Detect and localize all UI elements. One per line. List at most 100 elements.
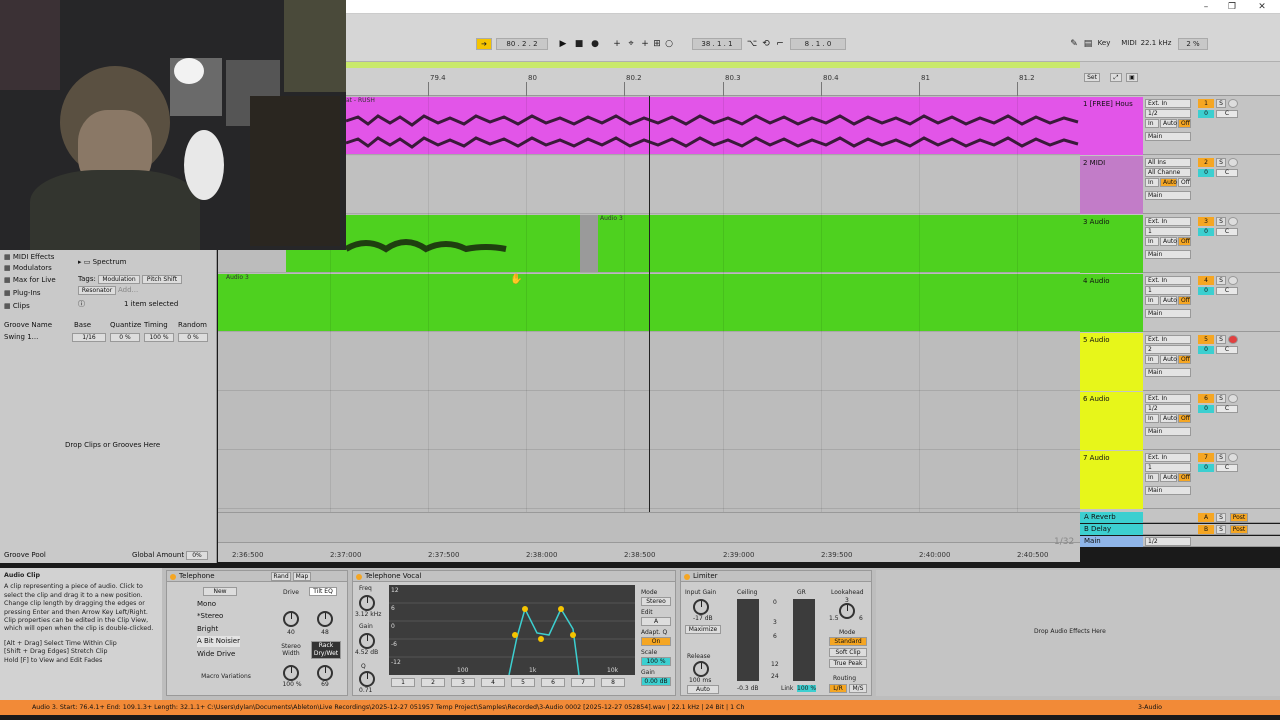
- scale-value[interactable]: 100 %: [641, 657, 671, 666]
- track-channel[interactable]: 2: [1145, 345, 1191, 354]
- monitor-in[interactable]: In: [1145, 296, 1159, 305]
- track-header-3[interactable]: 3 Audio Ext. In 1 In Auto Off Main 3 S 0…: [1080, 215, 1280, 273]
- track-volume[interactable]: 0: [1198, 405, 1214, 413]
- track-activator[interactable]: 4: [1198, 276, 1214, 285]
- punch-out-icon[interactable]: ⌐: [774, 38, 786, 50]
- gain-knob[interactable]: [359, 633, 375, 649]
- track-volume[interactable]: 0: [1198, 228, 1214, 236]
- track-channel[interactable]: 1: [1145, 463, 1191, 472]
- arm-button[interactable]: [1228, 158, 1238, 167]
- monitor-off[interactable]: Off: [1178, 119, 1191, 128]
- track-header-4[interactable]: 4 Audio Ext. In 1 In Auto Off Main 4 S 0…: [1080, 274, 1280, 332]
- solo-button[interactable]: S: [1216, 217, 1226, 226]
- ceiling-meter[interactable]: [737, 599, 759, 681]
- tag-add[interactable]: Add...: [118, 285, 138, 296]
- track-input[interactable]: Ext. In: [1145, 217, 1191, 226]
- power-icon[interactable]: [170, 574, 176, 580]
- maximize-button[interactable]: Maximize: [685, 625, 721, 634]
- band-6-button[interactable]: 6: [541, 678, 565, 687]
- arm-button[interactable]: [1228, 453, 1238, 462]
- track-header-1[interactable]: 1 [FREE] Hous Ext. In 1/2 In Auto Off Ma…: [1080, 97, 1280, 155]
- return-name[interactable]: Main: [1080, 536, 1143, 547]
- groove-base[interactable]: 1/16: [72, 333, 106, 342]
- drive-knob[interactable]: [283, 611, 299, 627]
- monitor-in[interactable]: In: [1145, 178, 1159, 187]
- telephone-rack[interactable]: Telephone Rand Map New Mono *Stereo Brig…: [166, 570, 348, 696]
- track-activator[interactable]: 7: [1198, 453, 1214, 462]
- monitor-off[interactable]: Off: [1178, 473, 1191, 482]
- track-header-6[interactable]: 6 Audio Ext. In 1/2 In Auto Off Main 6 S…: [1080, 392, 1280, 450]
- tag-modulation[interactable]: Modulation: [98, 275, 140, 284]
- monitor-auto[interactable]: Auto: [1160, 296, 1177, 305]
- arm-button[interactable]: [1228, 99, 1238, 108]
- post-button[interactable]: Post: [1230, 525, 1248, 534]
- track-volume[interactable]: 0: [1198, 464, 1214, 472]
- track-channel[interactable]: 1/2: [1145, 404, 1191, 413]
- chain-a-bit-noisier[interactable]: A Bit Noisier: [197, 636, 240, 647]
- telephone-vocal-eq[interactable]: Telephone Vocal Freq 3.12 kHz Gain 4.52 …: [352, 570, 676, 696]
- solo-button[interactable]: S: [1216, 335, 1226, 344]
- stop-button[interactable]: ■: [573, 38, 585, 50]
- arrangement-view[interactable]: 79.4 80 80.2 80.3 80.4 81 81.2 at - RUSH: [218, 62, 1080, 512]
- groove-row-name[interactable]: Swing 1...: [4, 332, 38, 343]
- mode-soft-clip[interactable]: Soft Clip: [829, 648, 867, 657]
- pan-control[interactable]: C: [1216, 287, 1238, 295]
- track-header-2[interactable]: 2 MIDI All Ins All Channe In Auto Off Ma…: [1080, 156, 1280, 214]
- return-activator[interactable]: B: [1198, 525, 1214, 534]
- track-channel[interactable]: 1: [1145, 286, 1191, 295]
- draw-mode-icon[interactable]: ✎: [1068, 38, 1080, 50]
- restore-icon[interactable]: ❐: [1222, 1, 1242, 13]
- track-input[interactable]: All Ins: [1145, 158, 1191, 167]
- song-position[interactable]: 80 . 2 . 2: [496, 38, 548, 50]
- track-output[interactable]: Main: [1145, 368, 1191, 377]
- arm-button[interactable]: [1228, 276, 1238, 285]
- post-button[interactable]: Post: [1230, 513, 1248, 522]
- track-channel[interactable]: 1/2: [1145, 109, 1191, 118]
- audio-clip-audio-3[interactable]: Audio 3: [598, 215, 1080, 272]
- browser-category[interactable]: ▦ Modulators: [4, 263, 52, 274]
- device-title[interactable]: Limiter: [681, 571, 871, 582]
- punch-in-icon[interactable]: ⌥: [746, 38, 758, 50]
- monitor-auto[interactable]: Auto: [1160, 237, 1177, 246]
- follow-icon[interactable]: ➔: [476, 38, 492, 50]
- expand-icon[interactable]: ⤢: [1110, 73, 1122, 82]
- monitor-in[interactable]: In: [1145, 237, 1159, 246]
- monitor-off[interactable]: Off: [1178, 296, 1191, 305]
- monitor-off[interactable]: Off: [1178, 414, 1191, 423]
- monitor-off[interactable]: Off: [1178, 355, 1191, 364]
- capture-icon[interactable]: ⊞: [651, 38, 663, 50]
- solo-button[interactable]: S: [1216, 394, 1226, 403]
- rack-dry-wet-label[interactable]: Rack Dry/Wet: [311, 641, 341, 659]
- loop-length[interactable]: 8 . 1 . 0: [790, 38, 846, 50]
- power-icon[interactable]: [684, 574, 690, 580]
- pan-control[interactable]: C: [1216, 346, 1238, 354]
- track-output[interactable]: Main: [1145, 132, 1191, 141]
- track-channel[interactable]: All Channe: [1145, 168, 1191, 177]
- automation-arm-icon[interactable]: ⌖: [625, 38, 637, 50]
- loop-start[interactable]: 38 . 1 . 1: [692, 38, 742, 50]
- groove-quantize[interactable]: 0 %: [110, 333, 140, 342]
- mode-true-peak[interactable]: True Peak: [829, 659, 867, 668]
- track-input[interactable]: Ext. In: [1145, 99, 1191, 108]
- q-knob[interactable]: [359, 671, 375, 687]
- loop-switch-icon[interactable]: ⟲: [760, 38, 772, 50]
- return-name[interactable]: A Reverb: [1080, 512, 1143, 523]
- track-output[interactable]: Main: [1145, 309, 1191, 318]
- return-track-a[interactable]: A Reverb A S Post: [1080, 512, 1280, 523]
- return-name[interactable]: B Delay: [1080, 524, 1143, 535]
- pan-control[interactable]: C: [1216, 228, 1238, 236]
- play-button[interactable]: ▶: [557, 38, 569, 50]
- limiter[interactable]: Limiter Input Gain -17 dB Maximize Relea…: [680, 570, 872, 696]
- arm-button[interactable]: [1228, 217, 1238, 226]
- browser-category[interactable]: ▦ Clips: [4, 301, 30, 312]
- solo-button[interactable]: S: [1216, 99, 1226, 108]
- pan-control[interactable]: C: [1216, 169, 1238, 177]
- solo-button[interactable]: S: [1216, 513, 1226, 522]
- arm-button[interactable]: [1228, 394, 1238, 403]
- return-activator[interactable]: A: [1198, 513, 1214, 522]
- pan-control[interactable]: C: [1216, 110, 1238, 118]
- groove-timing[interactable]: 100 %: [144, 333, 174, 342]
- browser-category[interactable]: ▦ Max for Live: [4, 275, 56, 286]
- track-input[interactable]: Ext. In: [1145, 335, 1191, 344]
- record-button[interactable]: ●: [589, 38, 601, 50]
